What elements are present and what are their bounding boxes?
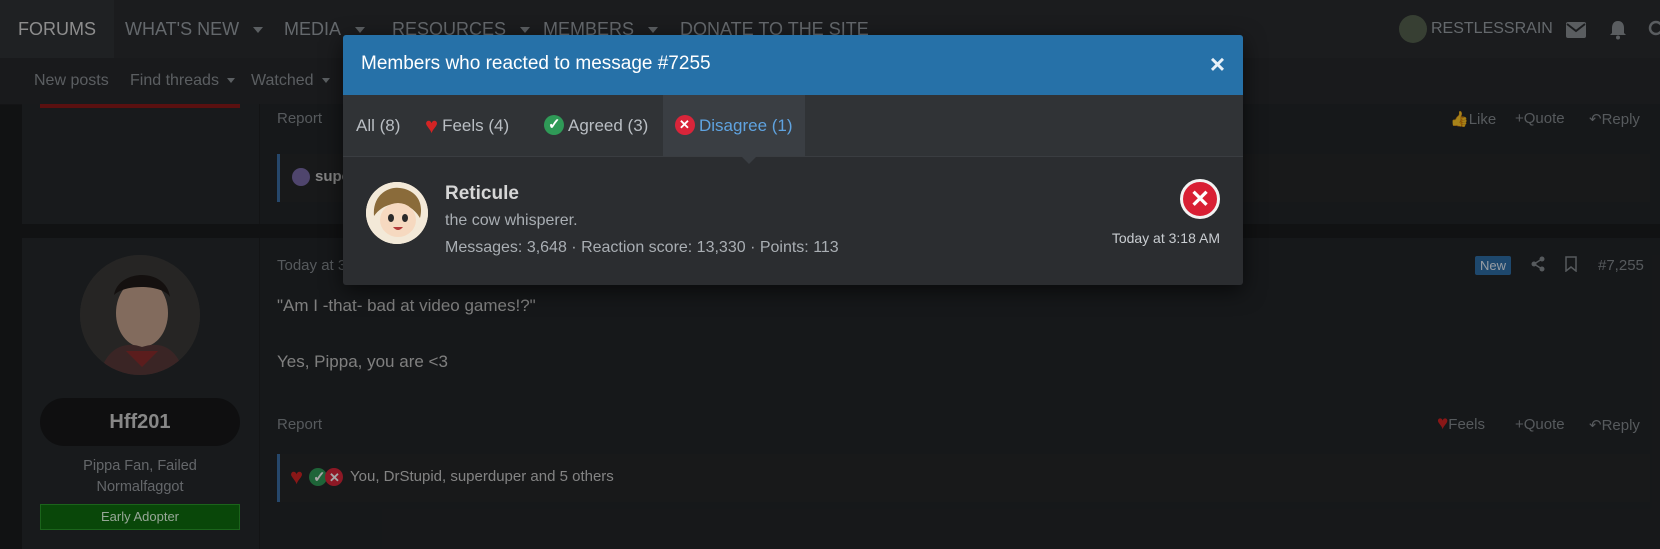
check-icon <box>544 115 564 135</box>
reaction-time: Today at 3:18 AM <box>1111 230 1220 246</box>
member-name[interactable]: Reticule <box>445 183 519 205</box>
tab-disagree-label: Disagree (1) <box>699 116 793 135</box>
tab-feels[interactable]: ♥ Feels (4) <box>425 95 509 156</box>
disagree-icon <box>1180 179 1220 219</box>
member-stats: Messages: 3,648 · Reaction score: 13,330… <box>445 239 839 256</box>
tab-all[interactable]: All (8) <box>356 95 400 156</box>
close-icon[interactable]: × <box>1210 49 1225 79</box>
tab-agreed[interactable]: Agreed (3) <box>544 95 648 156</box>
avatar[interactable] <box>366 182 428 244</box>
reactions-modal: Members who reacted to message #7255 × A… <box>343 35 1243 285</box>
list-item: Reticule the cow whisperer. Messages: 3,… <box>343 157 1243 285</box>
tab-disagree[interactable]: Disagree (1) <box>663 95 805 164</box>
heart-icon: ♥ <box>425 113 439 138</box>
tab-feels-label: Feels (4) <box>442 116 510 135</box>
tab-all-label: All (8) <box>356 116 401 135</box>
reaction-tabs: All (8) ♥Feels (4) Agreed (3) Disagree (… <box>343 95 1243 164</box>
tab-agreed-label: Agreed (3) <box>568 116 649 135</box>
modal-header: Members who reacted to message #7255 × <box>343 35 1243 95</box>
member-title: the cow whisperer. <box>445 212 578 229</box>
modal-title: Members who reacted to message #7255 <box>361 53 711 74</box>
disagree-icon <box>675 115 695 135</box>
